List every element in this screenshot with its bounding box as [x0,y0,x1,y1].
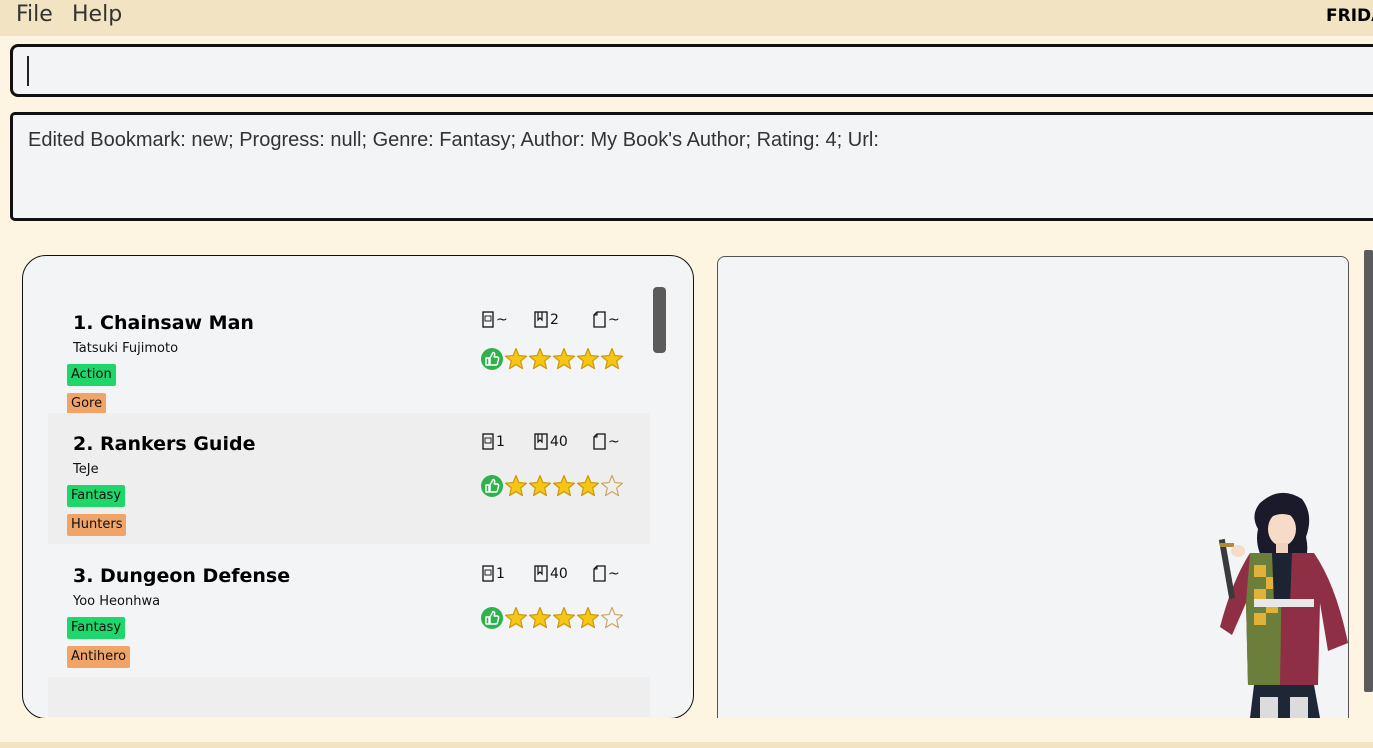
bookmark-title: 1. Chainsaw Man [73,312,254,334]
page-value: ~ [608,312,620,328]
bookmark-card[interactable] [48,677,650,717]
star-filled-icon [576,474,600,497]
thumbs-up-icon [481,348,503,370]
menu-bar: File Help FRIDAY [0,0,1373,36]
bookmark-title: 2. Rankers Guide [73,433,256,455]
star-filled-icon [504,606,528,629]
volume-icon [482,565,494,582]
page-icon [593,433,606,450]
star-filled-icon [552,606,576,629]
star-filled-icon [576,347,600,370]
rating [480,474,624,500]
bookmark-author: Yoo Heonhwa [73,594,161,609]
star-filled-icon [528,474,552,497]
chapter-icon [534,311,548,328]
star-filled-icon [504,474,528,497]
mascot-character-image [1218,492,1348,718]
thumbs-up-icon [481,475,503,497]
chapter-value: 2 [550,312,559,328]
page-scrollbar-thumb[interactable] [1364,250,1373,692]
chapter-icon [534,433,548,450]
chapter-stat: 2 [534,311,559,328]
thumbs-up-icon [481,607,503,629]
star-filled-icon [504,347,528,370]
bookmark-card[interactable]: 3. Dungeon Defense Yoo Heonhwa Fantasy A… [48,545,650,676]
rating [480,347,624,373]
star-empty-icon [600,474,624,497]
app-brand: FRIDAY [1326,6,1373,26]
star-filled-icon [552,474,576,497]
star-filled-icon [528,347,552,370]
chapter-value: 40 [550,566,568,582]
star-empty-icon [600,606,624,629]
chapter-value: 40 [550,434,568,450]
volume-stat: ~ [482,311,508,328]
page-value: ~ [608,566,620,582]
label-tag: Antihero [67,646,131,668]
rating [480,606,624,632]
menu-file[interactable]: File [16,2,53,27]
list-scrollbar-thumb[interactable] [653,287,666,353]
star-filled-icon [576,606,600,629]
result-text: Edited Bookmark: new; Progress: null; Ge… [28,129,879,151]
volume-value: ~ [496,312,508,328]
page-value: ~ [608,434,620,450]
volume-value: 1 [496,434,505,450]
volume-icon [482,433,494,450]
bookmark-title: 3. Dungeon Defense [73,565,291,587]
volume-stat: 1 [482,565,505,582]
genre-tag: Action [67,364,116,386]
volume-value: 1 [496,566,505,582]
chapter-stat: 40 [534,433,568,450]
bookmark-author: Tatsuki Fujimoto [73,341,179,356]
bookmark-card[interactable]: 2. Rankers Guide TeJe Fantasy Hunters 1 … [48,413,650,544]
star-filled-icon [600,347,624,370]
chapter-stat: 40 [534,565,568,582]
page-icon [593,565,606,582]
volume-stat: 1 [482,433,505,450]
page-stat: ~ [593,311,620,328]
menu-help[interactable]: Help [72,2,122,27]
volume-icon [482,311,494,328]
label-tag: Gore [67,393,107,415]
bookmark-list-panel: 1. Chainsaw Man Tatsuki Fujimoto Action … [22,255,694,719]
page-icon [593,311,606,328]
page-stat: ~ [593,433,620,450]
text-caret [27,56,29,86]
result-display: Edited Bookmark: new; Progress: null; Ge… [10,112,1373,221]
bookmark-author: TeJe [73,462,99,477]
page-stat: ~ [593,565,620,582]
bookmark-card[interactable]: 1. Chainsaw Man Tatsuki Fujimoto Action … [48,267,650,415]
command-input[interactable] [25,55,1325,87]
star-filled-icon [552,347,576,370]
genre-tag: Fantasy [67,485,126,507]
status-bar [0,742,1373,748]
genre-tag: Fantasy [67,617,126,639]
chapter-icon [534,565,548,582]
star-filled-icon [528,606,552,629]
command-box [10,44,1373,97]
label-tag: Hunters [67,514,127,536]
